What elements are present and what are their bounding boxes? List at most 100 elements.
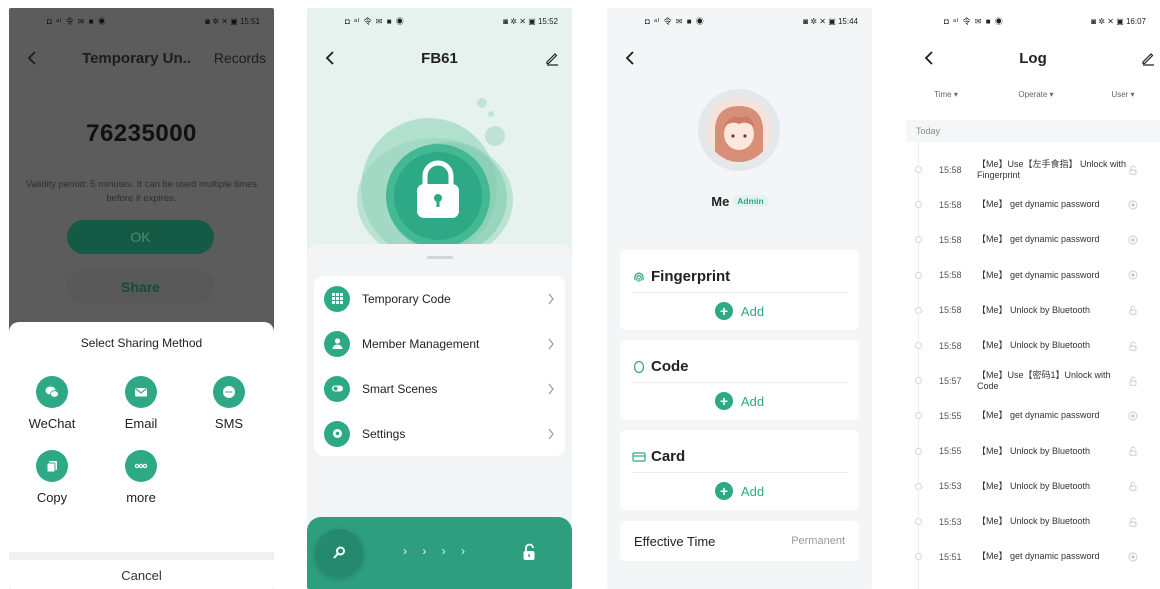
edit-icon[interactable] bbox=[1140, 50, 1156, 66]
log-entry[interactable]: 15:58 【Me】Use【左手食指】 Unlock with Fingerpri… bbox=[906, 152, 1160, 187]
share-button[interactable]: Share bbox=[67, 270, 214, 304]
code-icon bbox=[633, 360, 645, 373]
log-entry[interactable]: 15:58 【Me】 get dynamic password bbox=[906, 187, 1160, 222]
fingerprint-icon bbox=[634, 271, 644, 282]
back-button[interactable] bbox=[319, 46, 341, 70]
status-icons-right: ◙ ✲ ✕ ▣ 15:44 bbox=[803, 16, 858, 26]
log-entry[interactable]: 15:55 【Me】 Unlock by Bluetooth bbox=[906, 434, 1160, 469]
log-text: 【Me】 Unlock by Bluetooth bbox=[977, 304, 1091, 315]
top-bar bbox=[607, 38, 872, 78]
share-email[interactable]: Email bbox=[106, 376, 176, 431]
menu-item-temporary-code[interactable]: Temporary Code bbox=[314, 276, 565, 321]
effective-time-value: Permanent bbox=[791, 535, 845, 547]
fingerprint-card: Fingerprint + Add bbox=[620, 250, 859, 330]
password-icon bbox=[1128, 235, 1138, 245]
unlock-icon bbox=[523, 543, 535, 560]
top-bar: Log bbox=[906, 38, 1160, 78]
timeline-dot bbox=[915, 377, 922, 385]
log-entry[interactable]: 15:53 【Me】 Unlock by Bluetooth bbox=[906, 469, 1160, 504]
log-time: 15:58 bbox=[939, 164, 962, 175]
log-text: 【Me】 Unlock by Bluetooth bbox=[977, 445, 1091, 456]
sharing-sheet: Select Sharing Method WeChat Email SMS C… bbox=[9, 322, 274, 589]
more-icon bbox=[125, 450, 157, 482]
drag-handle[interactable] bbox=[426, 256, 453, 259]
log-time: 15:51 bbox=[939, 551, 962, 562]
lock-illustration bbox=[357, 98, 513, 258]
share-copy[interactable]: Copy bbox=[17, 450, 87, 505]
password-icon bbox=[1128, 552, 1138, 562]
log-entry[interactable]: 15:55 【Me】 get dynamic password bbox=[906, 398, 1160, 433]
log-time: 15:57 bbox=[939, 375, 962, 386]
device-title: FB61 bbox=[421, 49, 458, 67]
card-card: Card + Add bbox=[620, 430, 859, 510]
menu-item-settings[interactable]: Settings bbox=[314, 411, 565, 456]
log-entry[interactable]: 15:58 【Me】 Unlock by Bluetooth bbox=[906, 293, 1160, 328]
log-entry[interactable]: 15:51 【Me】 get dynamic password bbox=[906, 539, 1160, 574]
log-text: 【Me】 get dynamic password bbox=[977, 410, 1100, 421]
log-time: 15:53 bbox=[939, 481, 962, 492]
add-code-button[interactable]: + Add bbox=[620, 392, 859, 410]
phone-member-detail: ◘ ᵃᴵ 令 ✉ ■ ◉ ◙ ✲ ✕ ▣ 15:44 Me Admin Finge… bbox=[607, 8, 872, 589]
chevron-right-icon bbox=[548, 383, 554, 394]
filter-user[interactable]: User ▾ bbox=[1086, 90, 1160, 110]
log-time: 15:53 bbox=[939, 516, 962, 527]
top-bar: Temporary Un.. Records bbox=[9, 38, 274, 78]
log-entry[interactable]: 15:58 【Me】 get dynamic password bbox=[906, 222, 1160, 257]
timeline-dot bbox=[915, 236, 922, 244]
log-text: 【Me】 Unlock by Bluetooth bbox=[977, 480, 1091, 491]
password-icon bbox=[1128, 411, 1138, 421]
share-more[interactable]: more bbox=[106, 450, 176, 505]
records-link[interactable]: Records bbox=[214, 50, 266, 66]
log-entry[interactable]: 15:58 【Me】 Unlock by Bluetooth bbox=[906, 328, 1160, 363]
effective-time-row[interactable]: Effective Time Permanent bbox=[620, 521, 859, 561]
share-wechat[interactable]: WeChat bbox=[17, 376, 87, 431]
key-slider-knob[interactable] bbox=[315, 529, 363, 577]
divider bbox=[9, 552, 274, 560]
add-card-button[interactable]: + Add bbox=[620, 482, 859, 500]
menu-list: Temporary Code Member Management Smart S… bbox=[314, 276, 565, 456]
filter-time[interactable]: Time ▾ bbox=[906, 90, 986, 110]
timeline-dot bbox=[915, 342, 922, 349]
plus-icon: + bbox=[714, 392, 733, 410]
card-title: Code bbox=[632, 358, 689, 375]
divider bbox=[632, 382, 847, 383]
share-sms[interactable]: SMS bbox=[194, 376, 264, 431]
add-label: Add bbox=[740, 483, 765, 499]
status-bar: ◘ ᵃᴵ 令 ✉ ■ ◉ ◙ ✲ ✕ ▣ 16:07 bbox=[906, 8, 1160, 34]
menu-item-member-management[interactable]: Member Management bbox=[314, 321, 565, 366]
log-text: 【Me】Use【密码1】Unlock with Code bbox=[977, 369, 1111, 391]
member-name: Me bbox=[711, 194, 730, 209]
email-icon bbox=[125, 376, 157, 408]
divider bbox=[632, 472, 847, 473]
cancel-button[interactable]: Cancel bbox=[9, 568, 274, 583]
back-button[interactable] bbox=[619, 46, 641, 70]
card-label: Fingerprint bbox=[651, 268, 731, 285]
menu-item-smart-scenes[interactable]: Smart Scenes bbox=[314, 366, 565, 411]
avatar[interactable] bbox=[698, 89, 780, 171]
filter-operate[interactable]: Operate ▾ bbox=[986, 90, 1086, 110]
plus-icon: + bbox=[714, 482, 733, 500]
log-entry[interactable]: 15:58 【Me】 get dynamic password bbox=[906, 258, 1160, 293]
add-fingerprint-button[interactable]: + Add bbox=[620, 302, 859, 320]
unlock-icon bbox=[1129, 481, 1137, 492]
ok-button[interactable]: OK bbox=[67, 220, 214, 254]
section-header: Today bbox=[906, 120, 1160, 142]
log-text: 【Me】 get dynamic password bbox=[977, 199, 1100, 210]
unlock-icon bbox=[1129, 517, 1137, 527]
back-button[interactable] bbox=[918, 46, 940, 70]
card-label: Card bbox=[651, 448, 686, 465]
status-icons-left: ◘ ᵃᴵ 令 ✉ ■ ◉ bbox=[645, 16, 705, 26]
timeline-dot bbox=[915, 271, 922, 279]
log-text: 【Me】 get dynamic password bbox=[977, 234, 1100, 245]
phone-temporary-unlock: ◘ ᵃᴵ 令 ✉ ■ ◉ ◙ ✲ ✕ ▣ 15:51 Temporary Un.… bbox=[9, 8, 274, 589]
log-entry[interactable]: 15:57 【Me】Use【密码1】Unlock with Code bbox=[906, 363, 1160, 398]
back-button[interactable] bbox=[21, 46, 43, 70]
edit-icon[interactable] bbox=[544, 50, 560, 66]
chevron-right-icon bbox=[548, 338, 554, 349]
card-label: Code bbox=[651, 358, 689, 375]
unlock-slider[interactable]: › › › › bbox=[307, 517, 572, 589]
copy-icon bbox=[36, 450, 68, 482]
unlock-icon bbox=[1129, 446, 1137, 456]
log-entry[interactable]: 15:53 【Me】 Unlock by Bluetooth bbox=[906, 504, 1160, 539]
person-icon bbox=[324, 330, 350, 357]
